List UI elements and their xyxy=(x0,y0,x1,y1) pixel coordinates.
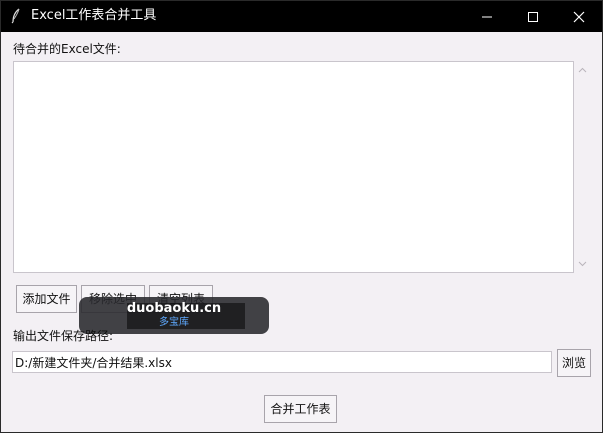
browse-label: 浏览 xyxy=(561,356,586,370)
file-list-label: 待合并的Excel文件: xyxy=(13,42,121,56)
maximize-icon xyxy=(528,12,538,22)
merge-worksheets-button[interactable]: 合并工作表 xyxy=(264,395,337,423)
watermark-sub-text: 多宝库 xyxy=(159,317,189,328)
title-bar[interactable]: Excel工作表合并工具 xyxy=(1,1,602,32)
browse-button[interactable]: 浏览 xyxy=(557,349,591,377)
output-path-input[interactable] xyxy=(12,351,552,373)
minimize-icon xyxy=(482,16,492,18)
watermark-main-text: duobaoku.cn xyxy=(126,301,222,316)
minimize-button[interactable] xyxy=(464,1,510,32)
app-window: Excel工作表合并工具 待合并的Excel文件: 添加文件 duobaoku.… xyxy=(0,0,603,433)
maximize-button[interactable] xyxy=(510,1,556,32)
file-list-scrollbar[interactable] xyxy=(574,61,591,273)
scroll-down-icon[interactable] xyxy=(578,261,587,267)
merge-worksheets-label: 合并工作表 xyxy=(270,402,331,416)
scroll-up-icon[interactable] xyxy=(578,67,587,73)
output-path-label: 输出文件保存路径: xyxy=(13,329,114,343)
add-file-label: 添加文件 xyxy=(22,292,71,306)
window-title: Excel工作表合并工具 xyxy=(31,8,157,23)
close-button[interactable] xyxy=(556,1,602,32)
file-listbox[interactable] xyxy=(13,61,574,273)
close-icon xyxy=(573,11,585,23)
add-file-button[interactable]: 添加文件 xyxy=(16,285,77,313)
feather-icon xyxy=(11,8,21,24)
